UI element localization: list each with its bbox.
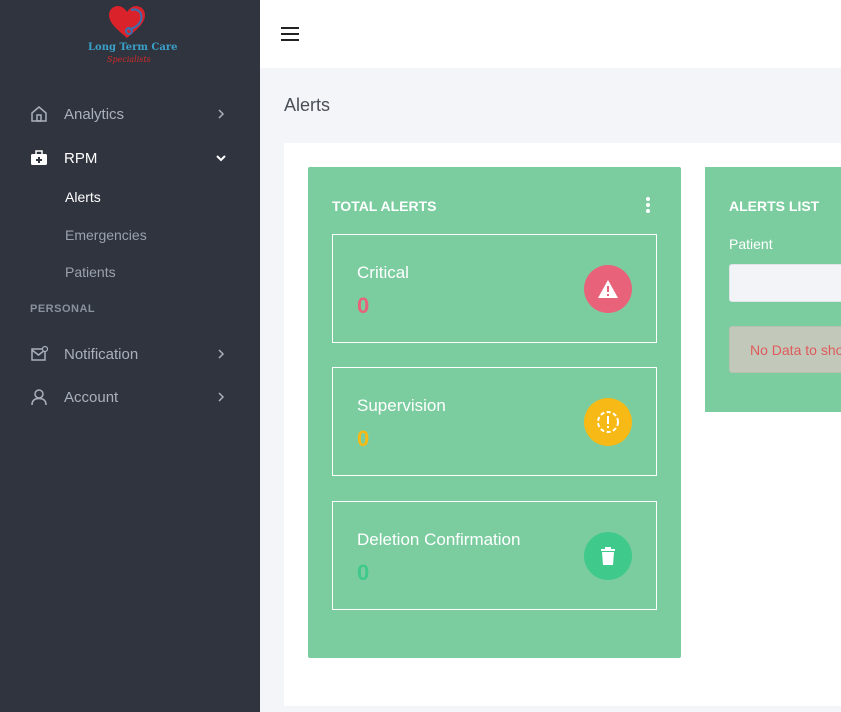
- hamburger-icon: [281, 27, 299, 29]
- alert-circle-icon: [584, 398, 632, 446]
- warning-icon: [584, 265, 632, 313]
- chevron-down-icon: [216, 155, 226, 162]
- stat-label: Deletion Confirmation: [357, 530, 521, 549]
- chevron-right-icon: [218, 392, 225, 402]
- kebab-menu-icon: [646, 197, 650, 201]
- empty-state-alert: No Data to show: [729, 326, 841, 373]
- brand-name: Long Term Care: [88, 42, 178, 53]
- sidebar-item-label: Account: [64, 388, 119, 406]
- chevron-right-icon: [218, 109, 225, 119]
- stat-supervision[interactable]: Supervision 0: [332, 367, 657, 476]
- sidebar-item-notification[interactable]: Notification: [0, 336, 260, 372]
- alerts-list-card: ALERTS LIST Patient No Data to show: [705, 167, 841, 412]
- card-title: ALERTS LIST: [729, 198, 820, 214]
- topbar: [260, 0, 841, 68]
- more-options-button[interactable]: [645, 197, 651, 213]
- patient-select[interactable]: [729, 264, 841, 302]
- sidebar-subitem-alerts[interactable]: Alerts: [65, 189, 101, 205]
- stat-value: 0: [357, 426, 370, 451]
- section-heading-personal: PERSONAL: [30, 303, 96, 315]
- sidebar: Long Term Care Specialists Analytics RPM…: [0, 0, 260, 712]
- page-title: Alerts: [284, 95, 331, 115]
- chevron-right-icon: [218, 349, 225, 359]
- card-title: TOTAL ALERTS: [332, 198, 437, 214]
- mail-notification-icon: [31, 345, 48, 361]
- sidebar-item-label: Notification: [64, 345, 139, 363]
- trash-icon: [584, 532, 632, 580]
- stat-value: 0: [357, 560, 370, 585]
- sidebar-subitem-patients[interactable]: Patients: [65, 264, 116, 280]
- stat-value: 0: [357, 293, 370, 318]
- menu-toggle-button[interactable]: [281, 27, 299, 41]
- stat-label: Critical: [357, 263, 409, 282]
- stat-deletion-confirmation[interactable]: Deletion Confirmation 0: [332, 501, 657, 610]
- sidebar-subitem-emergencies[interactable]: Emergencies: [65, 227, 147, 243]
- medical-kit-icon: [31, 150, 47, 165]
- sidebar-item-label: Analytics: [64, 105, 125, 123]
- brand-logo[interactable]: Long Term Care Specialists: [85, 4, 178, 66]
- home-icon: [31, 106, 47, 122]
- sidebar-item-account[interactable]: Account: [0, 379, 260, 415]
- stat-label: Supervision: [357, 396, 446, 415]
- sidebar-item-rpm[interactable]: RPM: [0, 140, 260, 176]
- user-icon: [31, 389, 47, 406]
- sidebar-item-analytics[interactable]: Analytics: [0, 96, 260, 132]
- empty-state-message: No Data to show: [750, 342, 841, 358]
- heart-stethoscope-icon: [109, 6, 145, 38]
- total-alerts-card: TOTAL ALERTS Critical 0 Supervision 0 De…: [308, 167, 681, 658]
- patient-label: Patient: [729, 236, 773, 252]
- sidebar-item-label: RPM: [64, 149, 98, 167]
- brand-tagline: Specialists: [107, 55, 151, 64]
- stat-critical[interactable]: Critical 0: [332, 234, 657, 343]
